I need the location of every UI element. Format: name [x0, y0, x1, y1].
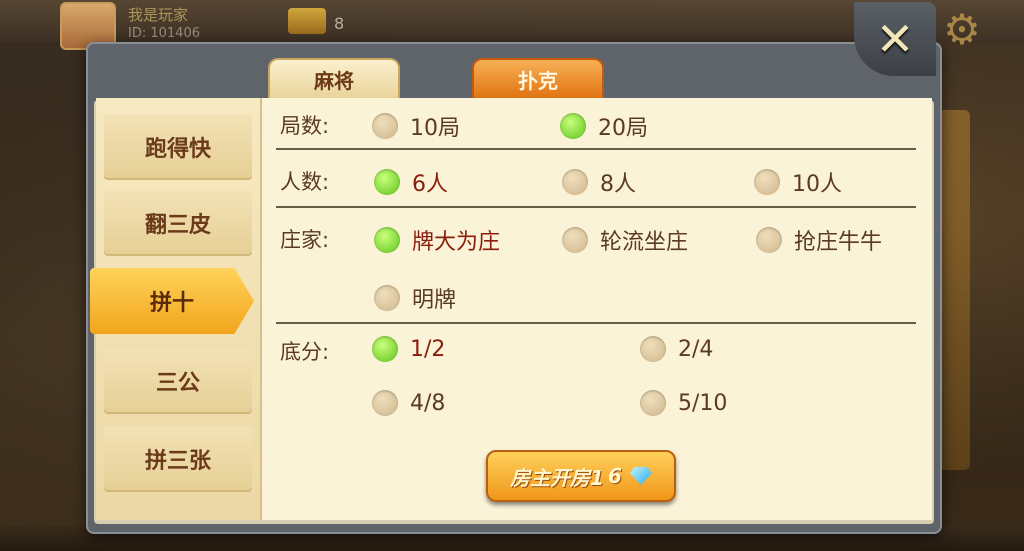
banker-option-qiangzhuang[interactable]: 抢庄牛牛: [756, 224, 882, 256]
radio-icon: [640, 336, 666, 362]
divider: [276, 322, 916, 324]
radio-icon: [374, 285, 400, 311]
sidebar-item-pinshi[interactable]: 拼十: [90, 268, 254, 334]
radio-icon: [756, 227, 782, 253]
option-label: 明牌: [412, 288, 457, 313]
diamond-icon: [629, 467, 652, 485]
option-label: 5/10: [678, 390, 728, 416]
player-name: 我是玩家: [128, 6, 189, 24]
banker-option-pai-da[interactable]: 牌大为庄: [374, 224, 500, 256]
radio-icon: [754, 169, 780, 195]
sidebar-item-pinsanzhang[interactable]: 拼三张: [104, 426, 252, 492]
radio-icon: [562, 169, 588, 195]
option-label: 10人: [792, 172, 842, 197]
sidebar-item-paodekuai[interactable]: 跑得快: [104, 114, 252, 180]
base-score-label: 底分:: [280, 340, 330, 364]
coin-icon: [288, 8, 326, 34]
players-label: 人数:: [280, 170, 330, 194]
tab-majiang[interactable]: 麻将: [268, 58, 400, 98]
sidebar-item-fansanpi[interactable]: 翻三皮: [104, 190, 252, 256]
close-icon: ✕: [875, 12, 915, 66]
option-label: 轮流坐庄: [600, 230, 689, 255]
option-label: 2/4: [678, 336, 714, 362]
radio-selected-icon: [374, 227, 400, 253]
create-room-cost: 6: [608, 464, 622, 488]
players-option-10[interactable]: 10人: [754, 166, 842, 198]
radio-icon: [372, 113, 398, 139]
sidebar-item-sangong[interactable]: 三公: [104, 348, 252, 414]
close-button[interactable]: ✕: [854, 2, 936, 76]
radio-selected-icon: [374, 169, 400, 195]
base-score-option-4-8[interactable]: 4/8: [372, 390, 445, 416]
option-label: 牌大为庄: [412, 230, 501, 255]
tab-poker[interactable]: 扑克: [472, 58, 604, 98]
divider: [276, 148, 916, 150]
option-label: 20局: [598, 116, 648, 141]
option-label: 10局: [410, 116, 460, 141]
coin-count: 8: [334, 14, 345, 33]
banker-option-lunliu[interactable]: 轮流坐庄: [562, 224, 688, 256]
radio-icon: [562, 227, 588, 253]
rounds-option-20[interactable]: 20局: [560, 110, 648, 142]
gear-icon: ⚙: [943, 5, 981, 54]
option-label: 4/8: [410, 390, 446, 416]
radio-selected-icon: [372, 336, 398, 362]
create-room-label: 房主开房1: [510, 465, 604, 490]
radio-icon: [372, 390, 398, 416]
create-room-button[interactable]: 房主开房1 6: [486, 450, 676, 502]
base-score-option-2-4[interactable]: 2/4: [640, 336, 713, 362]
divider: [276, 206, 916, 208]
rounds-label: 局数:: [280, 114, 330, 138]
rounds-option-10[interactable]: 10局: [372, 110, 460, 142]
radio-icon: [640, 390, 666, 416]
option-label: 6人: [412, 172, 448, 197]
option-label: 8人: [600, 172, 636, 197]
player-id: ID: 101406: [128, 26, 200, 41]
players-option-8[interactable]: 8人: [562, 166, 636, 198]
banker-option-mingpai[interactable]: 明牌: [374, 282, 456, 314]
base-score-option-1-2[interactable]: 1/2: [372, 336, 445, 362]
side-panel: [938, 110, 970, 470]
option-label: 1/2: [410, 336, 446, 362]
banker-label: 庄家:: [280, 228, 330, 252]
players-option-6[interactable]: 6人: [374, 166, 448, 198]
base-score-option-5-10[interactable]: 5/10: [640, 390, 727, 416]
radio-selected-icon: [560, 113, 586, 139]
option-label: 抢庄牛牛: [794, 230, 883, 255]
game-sidebar: 跑得快 翻三皮 拼十 三公 拼三张: [90, 98, 262, 520]
